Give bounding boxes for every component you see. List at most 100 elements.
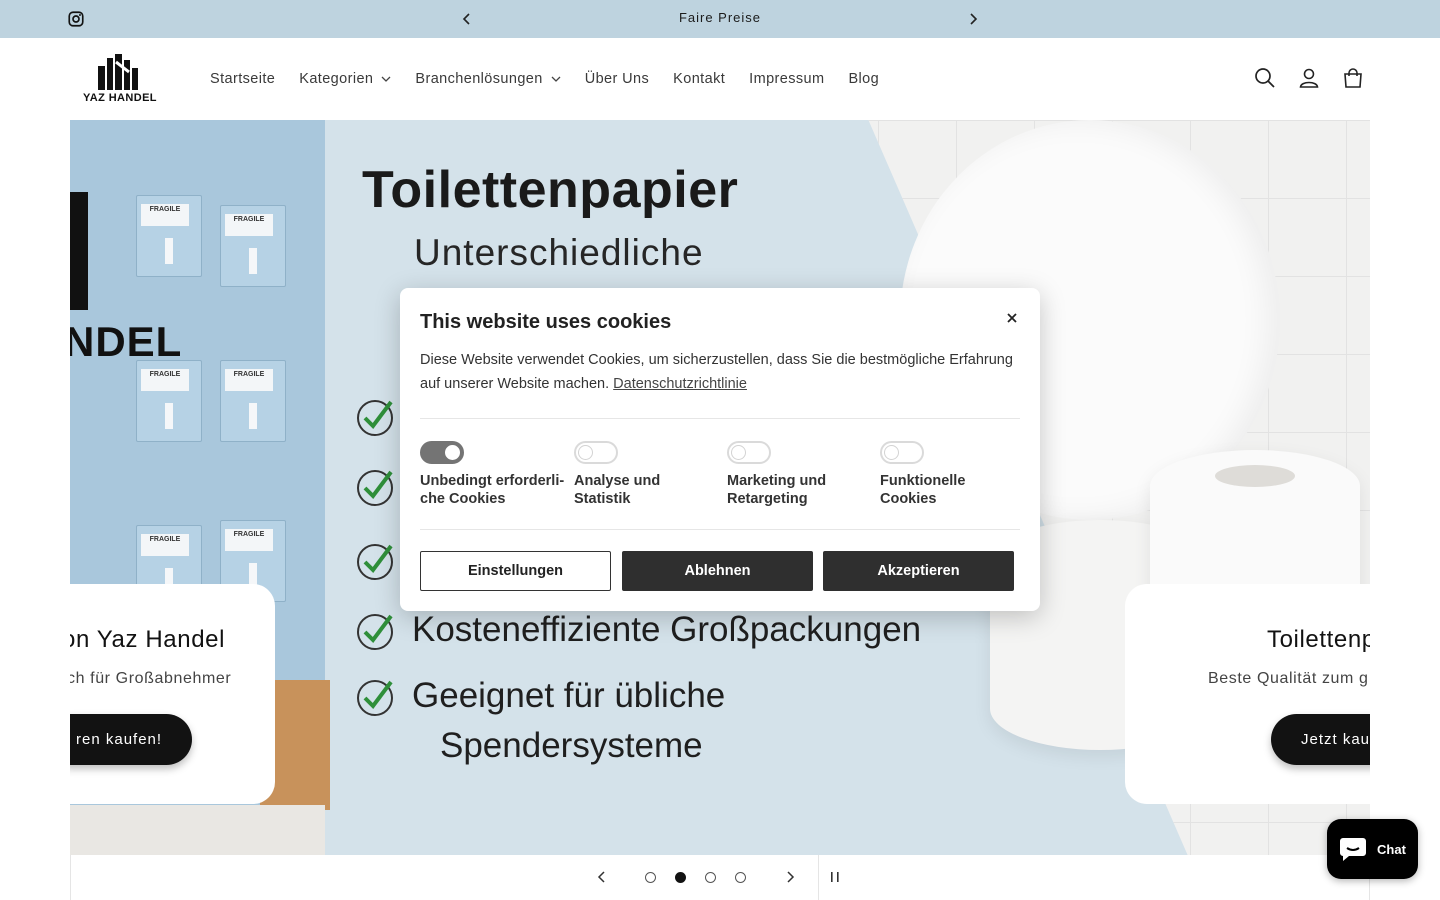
- toggle-knob: [884, 445, 899, 460]
- search-icon[interactable]: [1254, 67, 1276, 89]
- accept-button[interactable]: Akzeptieren: [823, 551, 1014, 591]
- check-icon: [357, 400, 393, 436]
- chevron-down-icon: [551, 76, 561, 82]
- slide-card-title: on Yaz Handel: [70, 626, 226, 653]
- toggle-knob: [731, 445, 746, 460]
- slider-dot-1[interactable]: [645, 872, 656, 883]
- toggle-necessary-cookies[interactable]: [420, 441, 464, 464]
- site-header: YAZ HANDEL Startseite Kategorien Branche…: [0, 38, 1440, 120]
- announcement-message: Faire Preise: [678, 10, 762, 25]
- chevron-down-icon: [381, 76, 391, 82]
- decline-button[interactable]: Ablehnen: [622, 551, 813, 591]
- hero-subtitle: Unterschiedliche: [414, 232, 704, 273]
- toggle-label: Analyse und Statistik: [574, 472, 719, 508]
- account-icon[interactable]: [1298, 67, 1320, 89]
- divider: [420, 418, 1020, 419]
- close-icon[interactable]: [1003, 309, 1021, 327]
- cookie-dialog-title: This website uses cookies: [420, 311, 672, 333]
- announcement-bar: Faire Preise: [0, 0, 1440, 38]
- cart-icon[interactable]: [1342, 67, 1364, 89]
- nav-item-branchenloesungen[interactable]: Branchenlösungen: [403, 68, 572, 90]
- logo[interactable]: YAZ HANDEL: [76, 52, 164, 108]
- header-icons: [1254, 67, 1364, 89]
- logo-mark-icon: [98, 54, 138, 90]
- toggle-functional-cookies[interactable]: [880, 441, 924, 464]
- box-label: FRAGILE: [141, 204, 189, 226]
- hero-title: Toilettenpapier: [362, 161, 739, 219]
- box: FRAGILE: [220, 360, 286, 442]
- check-icon: [357, 544, 393, 580]
- floor: [70, 805, 325, 855]
- toggle-label: Unbedingt erforderli-che Cookies: [420, 472, 565, 508]
- nav-label: Impressum: [749, 71, 825, 87]
- sign-block: [70, 192, 88, 310]
- box-label: FRAGILE: [225, 529, 273, 551]
- cookie-consent-dialog: This website uses cookies Diese Website …: [400, 288, 1040, 611]
- box-label: FRAGILE: [141, 369, 189, 391]
- slide-card-subtitle: Beste Qualität zum g: [1208, 670, 1369, 687]
- toggle-label-line: Marketing und: [727, 473, 827, 489]
- slide-card-button[interactable]: Jetzt kau: [1271, 714, 1370, 765]
- announcement-next-arrow-icon[interactable]: [963, 9, 983, 29]
- chat-bubble-icon: [1340, 838, 1367, 861]
- slider-prev-icon[interactable]: [594, 869, 610, 885]
- nav-label: Kontakt: [673, 71, 726, 87]
- nav-item-kategorien[interactable]: Kategorien: [287, 68, 403, 90]
- toggle-label-line: Funktionelle: [880, 473, 966, 489]
- hero-bullet: Kosteneffiziente Großpackungen: [412, 610, 922, 649]
- nav-label: Kategorien: [299, 71, 374, 87]
- slider-next-icon[interactable]: [782, 869, 798, 885]
- nav-label: Blog: [848, 71, 880, 87]
- box: FRAGILE: [136, 360, 202, 442]
- slider-dot-3[interactable]: [705, 872, 716, 883]
- hero-bullet: Spendersysteme: [440, 726, 703, 765]
- slider-separator: [818, 855, 819, 900]
- chat-button[interactable]: Chat: [1327, 819, 1418, 879]
- check-icon: [357, 470, 393, 506]
- slider-dot-2[interactable]: [675, 872, 686, 883]
- announcement-prev-arrow-icon[interactable]: [457, 9, 477, 29]
- nav-label: Über Uns: [584, 71, 650, 87]
- toggle-label-line: Cookies: [880, 491, 937, 507]
- box-label: FRAGILE: [225, 214, 273, 236]
- slider-dot-4[interactable]: [735, 872, 746, 883]
- privacy-policy-link[interactable]: Datenschutzrichtlinie: [613, 376, 747, 392]
- instagram-icon[interactable]: [67, 10, 85, 28]
- nav-item-blog[interactable]: Blog: [836, 68, 891, 90]
- toggle-analytics-cookies[interactable]: [574, 441, 618, 464]
- box-label: FRAGILE: [225, 369, 273, 391]
- toggle-label-line: Unbedingt erforderli-: [420, 473, 565, 489]
- slide-card-subtitle: ch für Großabnehmer: [70, 670, 232, 687]
- pause-icon[interactable]: [828, 870, 842, 884]
- box: FRAGILE: [220, 205, 286, 287]
- nav-label: Branchenlösungen: [415, 71, 543, 87]
- toggle-label: Funktionelle Cookies: [880, 472, 1025, 508]
- check-icon: [357, 614, 393, 650]
- slide-card-button[interactable]: ren kaufen!: [70, 714, 193, 765]
- nav-label: Startseite: [210, 71, 276, 87]
- box-label: FRAGILE: [141, 534, 189, 556]
- divider: [420, 529, 1020, 530]
- nav-item-kontakt[interactable]: Kontakt: [661, 68, 737, 90]
- slide-card-prev: on Yaz Handel ch für Großabnehmer ren ka…: [70, 584, 275, 804]
- check-icon: [357, 680, 393, 716]
- box-tape: [165, 238, 173, 264]
- toggle-knob: [578, 445, 593, 460]
- settings-button[interactable]: Einstellungen: [420, 551, 611, 591]
- nav-item-startseite[interactable]: Startseite: [198, 68, 287, 90]
- nav-item-ueber-uns[interactable]: Über Uns: [573, 68, 661, 90]
- toggle-label-line: Retargeting: [727, 491, 808, 507]
- nav-item-impressum[interactable]: Impressum: [737, 68, 836, 90]
- toggle-label: Marketing und Retargeting: [727, 472, 872, 508]
- toggle-marketing-cookies[interactable]: [727, 441, 771, 464]
- slider-controls: [70, 855, 1370, 900]
- box-tape: [165, 403, 173, 429]
- logo-text: YAZ HANDEL: [83, 92, 157, 104]
- box-tape: [249, 248, 257, 274]
- cookie-dialog-text: Diese Website verwendet Cookies, um sich…: [420, 348, 1025, 396]
- toggle-label-line: Analyse und: [574, 473, 661, 489]
- toggle-knob: [445, 445, 460, 460]
- hero-bullet: Geeignet für übliche: [412, 676, 726, 715]
- chat-label: Chat: [1377, 841, 1406, 857]
- slide-card-title: Toilettenp: [1267, 626, 1370, 653]
